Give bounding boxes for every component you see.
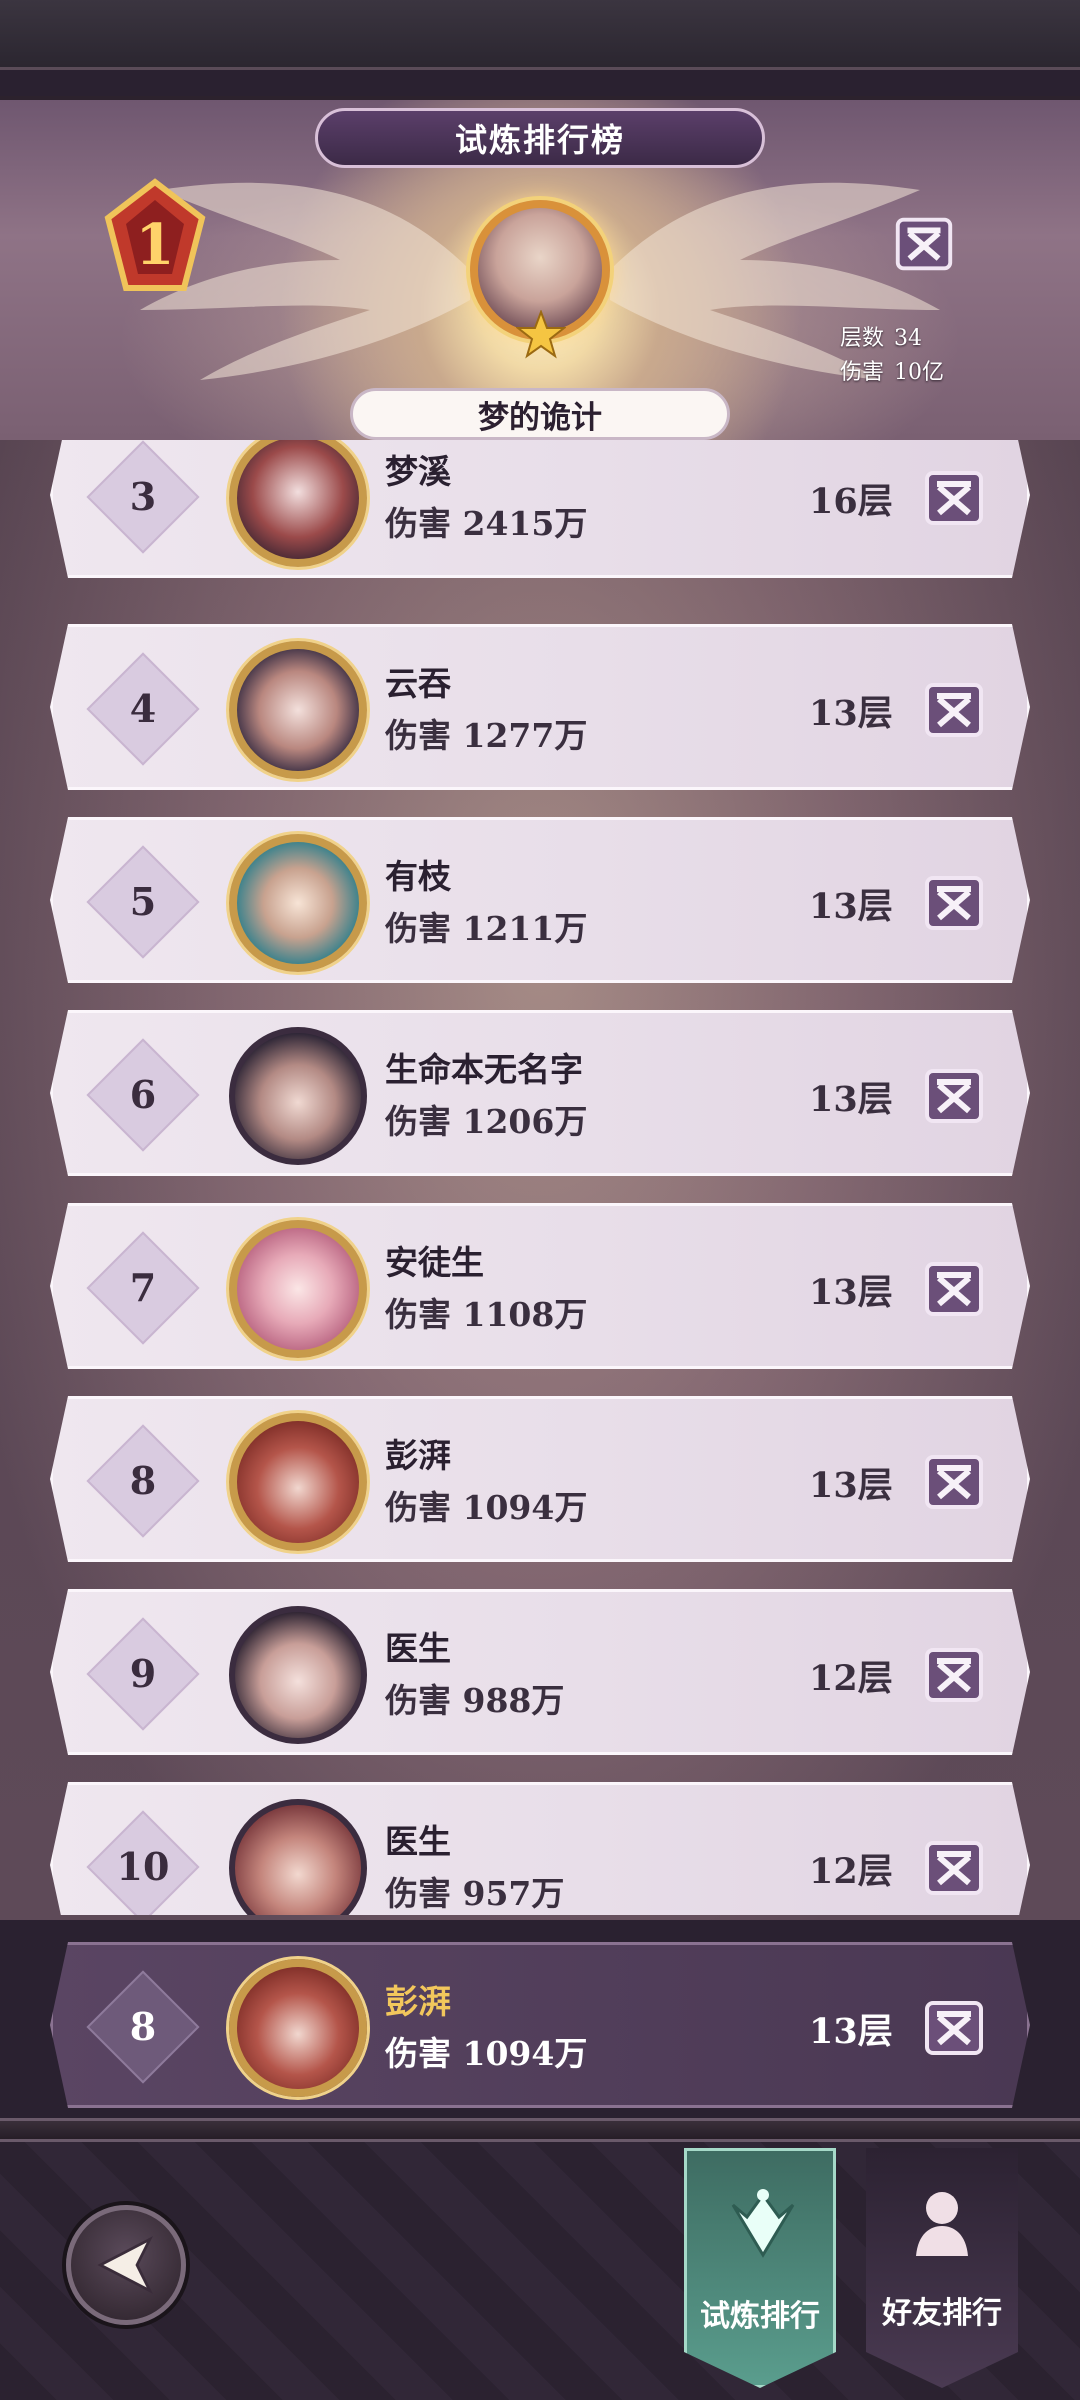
player-name: 医生 bbox=[385, 1629, 451, 1668]
player-damage: 伤害 957万 bbox=[385, 1874, 565, 1913]
avatar[interactable] bbox=[229, 641, 367, 779]
player-floors: 13层 bbox=[809, 1079, 893, 1120]
player-name: 彭湃 bbox=[385, 1436, 451, 1475]
player-damage: 伤害 2415万 bbox=[385, 504, 588, 543]
rank-number: 8 bbox=[129, 1458, 157, 1503]
scroll-icon[interactable] bbox=[919, 1993, 989, 2063]
rank-number: 4 bbox=[129, 686, 157, 731]
scroll-icon[interactable] bbox=[919, 1640, 989, 1710]
player-name: 梦溪 bbox=[385, 452, 451, 491]
rank-number: 6 bbox=[129, 1072, 157, 1117]
player-floors: 12层 bbox=[809, 1851, 893, 1892]
floors-label: 层数 bbox=[840, 326, 885, 351]
rank-number: 10 bbox=[116, 1844, 170, 1889]
player-damage: 伤害 1108万 bbox=[385, 1295, 588, 1334]
player-damage: 伤害 1211万 bbox=[385, 909, 588, 948]
scroll-icon[interactable] bbox=[919, 1447, 989, 1517]
floors-value: 34 bbox=[894, 326, 923, 351]
player-damage: 伤害 1094万 bbox=[385, 2034, 588, 2073]
back-arrow-icon bbox=[97, 2236, 153, 2294]
back-button[interactable] bbox=[66, 2205, 186, 2325]
ranking-list[interactable]: 3 梦溪 伤害 2415万 16层 4 云吞 伤害 1277万 13层 5 有枝… bbox=[0, 440, 1080, 1920]
bottom-divider bbox=[0, 2118, 1080, 2142]
champion-avatar-frame[interactable] bbox=[440, 170, 640, 390]
rank-number: 3 bbox=[129, 474, 157, 519]
ranking-title: 试炼排行榜 bbox=[315, 108, 765, 168]
tab-friends-label: 好友排行 bbox=[882, 2296, 1002, 2331]
tab-friends-ranking[interactable]: 好友排行 bbox=[866, 2148, 1018, 2388]
damage-value: 10亿 bbox=[894, 360, 945, 385]
ranking-row[interactable]: 10 医生 伤害 957万 12层 bbox=[50, 1782, 1030, 1915]
ranking-row[interactable]: 5 有枝 伤害 1211万 13层 bbox=[50, 817, 1030, 983]
ranking-row[interactable]: 6 生命本无名字 伤害 1206万 13层 bbox=[50, 1010, 1030, 1176]
player-floors: 13层 bbox=[809, 693, 893, 734]
avatar[interactable] bbox=[229, 1027, 367, 1165]
player-name: 云吞 bbox=[385, 664, 451, 703]
avatar[interactable] bbox=[229, 1959, 367, 2097]
ranking-row[interactable]: 8 彭湃 伤害 1094万 13层 bbox=[50, 1396, 1030, 1562]
player-floors: 13层 bbox=[809, 886, 893, 927]
player-floors: 12层 bbox=[809, 1658, 893, 1699]
player-floors: 16层 bbox=[809, 481, 893, 522]
avatar[interactable] bbox=[229, 834, 367, 972]
rank-number: 7 bbox=[129, 1265, 157, 1310]
player-name: 彭湃 bbox=[385, 1982, 451, 2021]
player-floors: 13层 bbox=[809, 2011, 893, 2052]
self-ranking-row[interactable]: 8 彭湃 伤害 1094万 13层 bbox=[50, 1942, 1030, 2108]
champion-floors-stat: 层数 34 bbox=[840, 322, 944, 356]
player-floors: 13层 bbox=[809, 1465, 893, 1506]
avatar[interactable] bbox=[229, 1606, 367, 1744]
rank-1-label: 1 bbox=[136, 212, 175, 278]
player-floors: 13层 bbox=[809, 1272, 893, 1313]
scroll-icon[interactable] bbox=[919, 463, 989, 533]
player-name: 安徒生 bbox=[385, 1243, 484, 1282]
avatar[interactable] bbox=[229, 1413, 367, 1551]
player-damage: 伤害 1277万 bbox=[385, 716, 588, 755]
player-name: 医生 bbox=[385, 1822, 451, 1861]
star-icon bbox=[516, 310, 566, 359]
champion-damage-stat: 伤害 10亿 bbox=[840, 356, 944, 390]
rank-number: 5 bbox=[129, 879, 157, 924]
ranking-row[interactable]: 3 梦溪 伤害 2415万 16层 bbox=[50, 440, 1030, 578]
tab-trial-ranking[interactable]: 试炼排行 bbox=[684, 2148, 836, 2388]
champion-name: 梦的诡计 bbox=[350, 388, 730, 440]
player-name: 有枝 bbox=[385, 857, 451, 896]
scroll-icon[interactable] bbox=[919, 1833, 989, 1903]
player-damage: 伤害 988万 bbox=[385, 1681, 565, 1720]
avatar[interactable] bbox=[229, 440, 367, 567]
ranking-row[interactable]: 9 医生 伤害 988万 12层 bbox=[50, 1589, 1030, 1755]
scroll-icon[interactable] bbox=[919, 1254, 989, 1324]
avatar[interactable] bbox=[229, 1220, 367, 1358]
trophy-crown-icon bbox=[731, 2189, 795, 2258]
friend-silhouette-icon bbox=[916, 2192, 968, 2256]
rank-number: 8 bbox=[129, 2004, 157, 2049]
player-damage: 伤害 1206万 bbox=[385, 1102, 588, 1141]
avatar[interactable] bbox=[229, 1799, 367, 1915]
ranking-row[interactable]: 7 安徒生 伤害 1108万 13层 bbox=[50, 1203, 1030, 1369]
tab-trial-label: 试炼排行 bbox=[700, 2299, 820, 2334]
scroll-icon[interactable] bbox=[919, 868, 989, 938]
rank-number: 9 bbox=[129, 1651, 157, 1696]
champion-stats: 层数 34 伤害 10亿 bbox=[840, 322, 944, 390]
player-damage: 伤害 1094万 bbox=[385, 1488, 588, 1527]
scroll-icon[interactable] bbox=[919, 675, 989, 745]
damage-label: 伤害 bbox=[840, 360, 885, 385]
scroll-icon[interactable] bbox=[890, 210, 958, 278]
top-status-bar bbox=[0, 0, 1080, 70]
player-name: 生命本无名字 bbox=[385, 1050, 583, 1089]
rank-1-badge: 1 bbox=[104, 178, 206, 291]
ranking-row[interactable]: 4 云吞 伤害 1277万 13层 bbox=[50, 624, 1030, 790]
scroll-icon[interactable] bbox=[919, 1061, 989, 1131]
